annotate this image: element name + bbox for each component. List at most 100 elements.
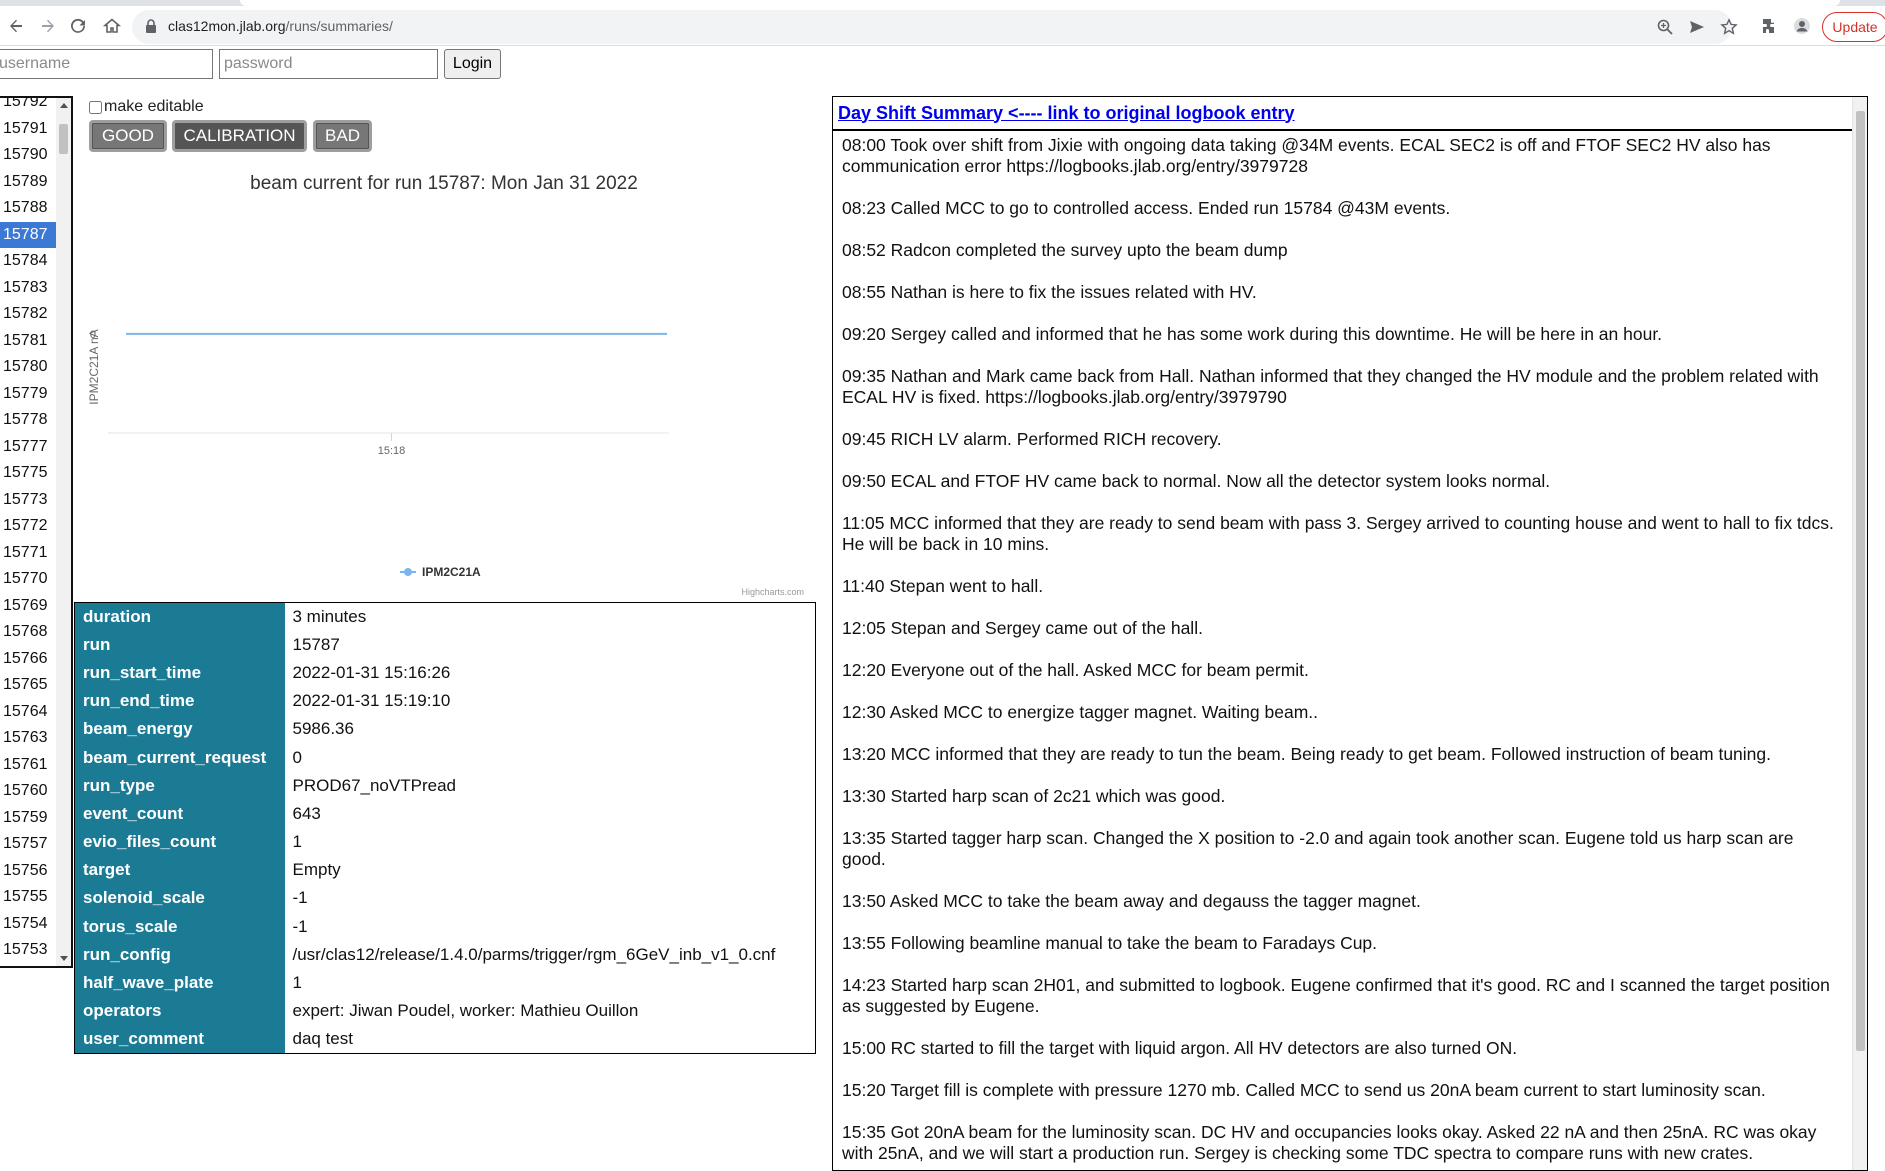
run-list-scrollbar[interactable] <box>56 98 71 966</box>
run-info-value: 1 <box>292 973 302 993</box>
run-info-row: run 15787 <box>74 630 816 659</box>
logbook-entry: 11:05 MCC informed that they are ready t… <box>842 513 1834 554</box>
run-list-item[interactable]: 15781 <box>0 328 56 355</box>
run-list-item[interactable]: 15791 <box>0 116 56 143</box>
run-list-item[interactable]: 15770 <box>0 566 56 593</box>
run-list-item[interactable]: 15783 <box>0 275 56 302</box>
forward-icon[interactable] <box>36 14 60 38</box>
chart-legend[interactable]: IPM2C21A <box>400 565 481 579</box>
run-list-item[interactable]: 15792 <box>0 98 56 116</box>
logbook-scroll-thumb[interactable] <box>1856 111 1865 1051</box>
password-input[interactable] <box>219 49 438 79</box>
run-info-row: evio_files_count 1 <box>74 828 816 857</box>
run-info-row: operators expert: Jiwan Poudel, worker: M… <box>74 997 816 1026</box>
back-icon[interactable] <box>4 14 28 38</box>
run-list-item[interactable]: 15769 <box>0 593 56 620</box>
run-list-item[interactable]: 15764 <box>0 699 56 726</box>
logbook-entry: 08:55 Nathan is here to fix the issues r… <box>842 282 1257 302</box>
run-list-item[interactable]: 15787 <box>0 221 56 248</box>
logbook-entry: 13:50 Asked MCC to take the beam away an… <box>842 891 1421 911</box>
run-list-item[interactable]: 15771 <box>0 540 56 567</box>
run-info-value: Empty <box>292 860 341 880</box>
run-list-item[interactable]: 15757 <box>0 831 56 858</box>
run-list-item[interactable]: 15784 <box>0 248 56 275</box>
run-info-key: target <box>74 856 285 885</box>
run-list-item[interactable]: 15761 <box>0 752 56 779</box>
run-list-item[interactable]: 15780 <box>0 354 56 381</box>
zoom-icon[interactable] <box>1656 18 1676 38</box>
profile-icon[interactable] <box>1790 14 1814 38</box>
bookmark-star-icon[interactable] <box>1720 18 1740 38</box>
run-list-item[interactable]: 15773 <box>0 487 56 514</box>
lock-icon[interactable] <box>144 18 162 36</box>
run-list-item[interactable]: 15779 <box>0 381 56 408</box>
run-list-item[interactable]: 15754 <box>0 911 56 938</box>
good-button[interactable]: GOOD <box>89 120 167 152</box>
run-list-item[interactable]: 15789 <box>0 169 56 196</box>
run-info-row: torus_scale -1 <box>74 912 816 941</box>
run-list-item[interactable]: 15765 <box>0 672 56 699</box>
make-editable-toggle[interactable]: make editable <box>89 98 204 116</box>
run-list-scroll-thumb[interactable] <box>59 124 68 154</box>
logbook-scrollbar[interactable] <box>1852 97 1867 1170</box>
run-list-item[interactable]: 15788 <box>0 195 56 222</box>
run-info-row: half_wave_plate 1 <box>74 968 816 998</box>
run-list-item[interactable]: 15756 <box>0 858 56 885</box>
run-info-key: run_start_time <box>74 658 285 688</box>
run-info-value: daq test <box>292 1029 354 1049</box>
chart-y-ticks: 0 <box>90 329 96 341</box>
make-editable-checkbox[interactable] <box>89 100 102 114</box>
run-list-item[interactable]: 15768 <box>0 619 56 646</box>
url-path: /runs/summaries/ <box>285 18 393 34</box>
calibration-button[interactable]: CALIBRATION <box>172 120 307 152</box>
run-list-item[interactable]: 15790 <box>0 142 56 169</box>
run-list-item[interactable]: 15775 <box>0 460 56 487</box>
run-list-item[interactable]: 15772 <box>0 513 56 540</box>
run-list-item[interactable]: 15752 <box>0 964 56 967</box>
chart-x-tick-label: 15:18 <box>378 445 406 457</box>
run-list-item[interactable]: 15760 <box>0 778 56 805</box>
run-list-items: 15792 15791 15790 15789 15788 15787 15784 15783… <box>0 98 56 967</box>
scroll-up-icon[interactable] <box>60 103 68 108</box>
chart-credit[interactable]: Highcharts.com <box>741 587 804 597</box>
bad-button[interactable]: BAD <box>313 120 372 152</box>
logbook-entry: 12:30 Asked MCC to energize tagger magne… <box>842 702 1318 722</box>
run-info-table: duration 3 minutes run 15787 run_start_time 2… <box>74 602 816 1054</box>
extensions-icon[interactable] <box>1758 14 1782 38</box>
run-info-value: 0 <box>292 747 302 767</box>
home-icon[interactable] <box>100 14 124 38</box>
logbook-entry: 08:52 Radcon completed the survey upto t… <box>842 240 1288 260</box>
run-list-item[interactable]: 15782 <box>0 301 56 328</box>
login-button[interactable]: Login <box>444 49 501 79</box>
run-list-item[interactable]: 15778 <box>0 407 56 434</box>
address-bar[interactable]: clas12mon.jlab.org/runs/summaries/ <box>132 10 1738 44</box>
reload-icon[interactable] <box>66 14 90 38</box>
run-info-key: run_end_time <box>74 687 285 716</box>
send-icon[interactable] <box>1688 18 1708 38</box>
legend-series-label[interactable]: IPM2C21A <box>422 565 481 579</box>
run-list-item[interactable]: 15753 <box>0 937 56 964</box>
scroll-down-icon[interactable] <box>60 956 68 961</box>
logbook-entry-link[interactable]: Day Shift Summary <---- link to original… <box>838 103 1295 124</box>
logbook-entry: 12:05 Stepan and Sergey came out of the … <box>842 618 1203 638</box>
run-list-item[interactable]: 15759 <box>0 805 56 832</box>
run-list-item[interactable]: 15766 <box>0 646 56 673</box>
run-info-value: 643 <box>292 803 321 823</box>
run-list-item[interactable]: 15763 <box>0 725 56 752</box>
run-info-value: 5986.36 <box>292 719 354 739</box>
run-info-key: beam_current_request <box>74 743 285 772</box>
run-info-key: operators <box>74 997 285 1026</box>
run-info-key: duration <box>74 602 285 631</box>
logbook-entries: 08:00 Took over shift from Jixie with on… <box>833 131 1867 1164</box>
run-info-key: event_count <box>74 799 285 828</box>
run-list-item[interactable]: 15777 <box>0 434 56 461</box>
run-info-key: run <box>74 630 285 659</box>
logbook-entry: 09:20 Sergey called and informed that he… <box>842 324 1663 344</box>
run-list[interactable]: 15792 15791 15790 15789 15788 15787 15784 15783… <box>0 96 73 968</box>
run-info-row: solenoid_scale -1 <box>74 884 816 913</box>
chart-y-tick-label: 0 <box>90 329 96 341</box>
browser-update-button[interactable]: Update <box>1822 12 1885 42</box>
username-input[interactable] <box>0 49 213 79</box>
run-info-key: half_wave_plate <box>74 968 285 998</box>
run-list-item[interactable]: 15755 <box>0 884 56 911</box>
